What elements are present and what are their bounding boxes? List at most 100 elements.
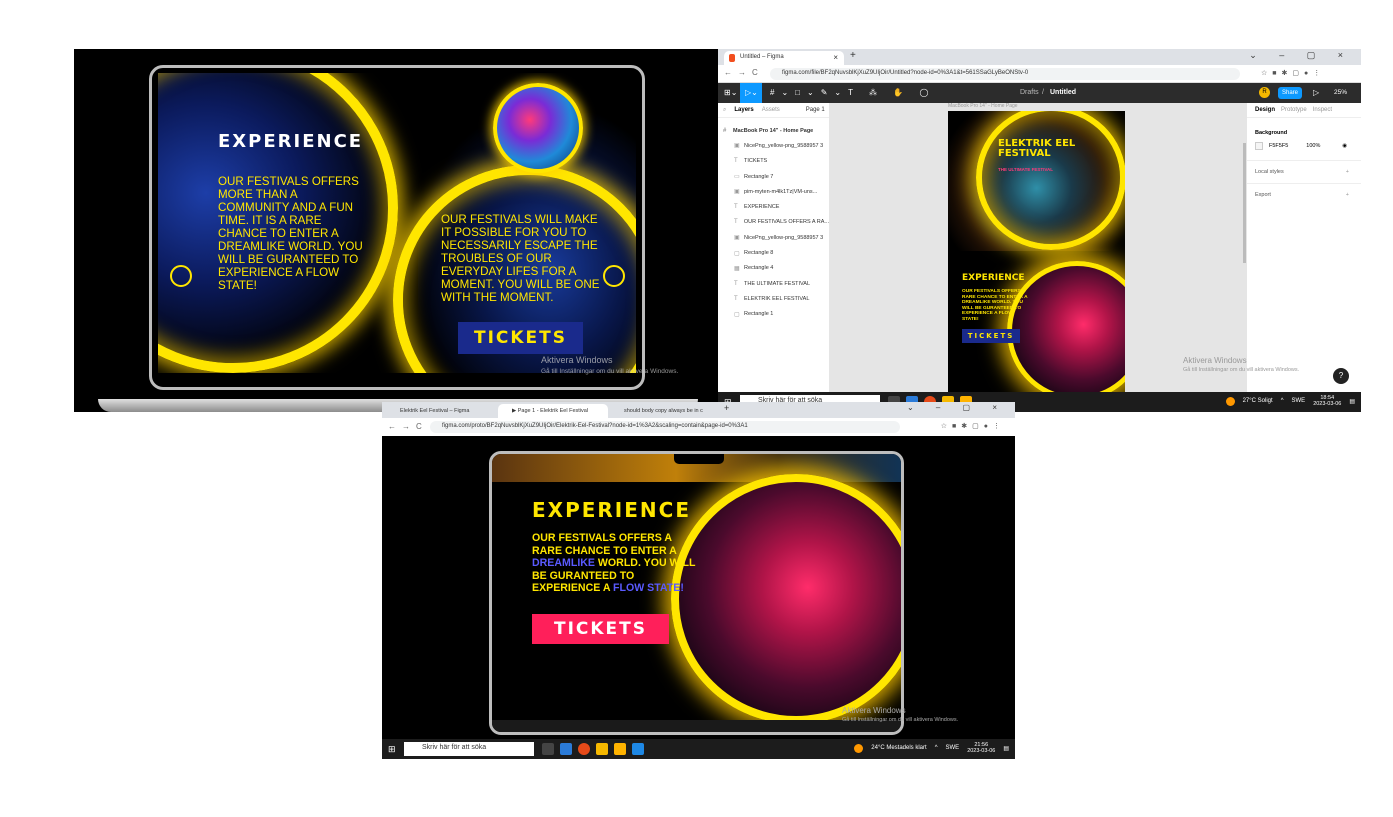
laptop-frame: EXPERIENCE OUR FESTIVALS OFFERS A RARE C… (489, 451, 904, 735)
layer-item[interactable]: T TICKETS (718, 154, 829, 169)
zoom-level[interactable]: 25% (1334, 89, 1347, 96)
layer-type-icon: ▦ (734, 265, 740, 272)
browser-tab[interactable]: should body copy always be in c (610, 404, 720, 418)
layer-frame[interactable]: # MacBook Pro 14" - Home Page (718, 123, 829, 138)
layers-panel: ⌕ Layers Assets Page 1 # MacBook Pro 14"… (718, 103, 830, 392)
move-tool-icon[interactable]: ▷⌄ (740, 83, 762, 103)
bg-opacity[interactable]: 100% (1306, 143, 1320, 149)
layers-panel-tabs: ⌕ Layers Assets Page 1 (718, 103, 829, 118)
color-swatch[interactable] (1255, 142, 1263, 150)
prev-nav-circle[interactable] (170, 265, 192, 287)
layer-item[interactable]: ▣ pim-myten-m4lk1Tz|VM-uns... (718, 184, 829, 199)
search-icon[interactable]: ⌕ (723, 107, 726, 114)
windows-start-icon[interactable]: ⊞ (388, 744, 396, 755)
nav-arrows-icon[interactable]: ←→C (388, 422, 428, 431)
layer-item[interactable]: ▦ Rectangle 4 (718, 261, 829, 276)
share-button[interactable]: Share (1278, 87, 1302, 99)
tab-prototype[interactable]: Prototype (1281, 107, 1307, 113)
tickets-button[interactable]: TICKETS (532, 614, 669, 644)
tab-design[interactable]: Design (1255, 107, 1275, 113)
layer-type-icon: ▭ (734, 174, 740, 181)
export-row[interactable]: Export + (1247, 184, 1361, 206)
layer-item[interactable]: ▭ Rectangle 7 (718, 169, 829, 184)
notes-icon[interactable] (614, 743, 626, 755)
chrome-icon[interactable] (578, 743, 590, 755)
browser-tab[interactable]: Untitled – Figma × (724, 51, 844, 65)
experience-title: EXPERIENCE (218, 131, 364, 152)
clock[interactable]: 18:54 2023-03-06 (1313, 395, 1341, 407)
file-name[interactable]: Untitled (1050, 89, 1076, 96)
weather-text[interactable]: 27°C Soligt (1243, 398, 1273, 404)
tab-assets[interactable]: Assets (762, 107, 780, 113)
layer-item[interactable]: ▢ Rectangle 8 (718, 245, 829, 260)
tray-up-icon[interactable]: ^ (1281, 398, 1284, 404)
dreamlike-highlight: DREAMLIKE (532, 557, 595, 569)
add-icon[interactable]: + (1346, 169, 1349, 175)
tab-inspect[interactable]: Inspect (1313, 107, 1332, 113)
layer-type-icon: ▣ (734, 189, 740, 196)
lang-text[interactable]: SWE (1292, 398, 1306, 404)
new-tab-icon[interactable]: + (850, 50, 856, 61)
layer-label: Rectangle 1 (744, 311, 774, 318)
next-nav-circle[interactable] (603, 265, 625, 287)
notification-icon[interactable]: ▤ (1349, 398, 1355, 405)
figma-logo-icon (729, 54, 735, 62)
prototype-panel: Elektrik Eel Festival – Figma ▶ Page 1 -… (382, 402, 1015, 759)
bg-hex[interactable]: F5F5F5 (1269, 143, 1288, 149)
layer-item[interactable]: T EXPERIENCE (718, 199, 829, 214)
background-row[interactable]: F5F5F5 100% ◉ (1247, 140, 1361, 161)
browser-extensions-icon[interactable]: ☆■✱▢●⋮ (1261, 69, 1351, 77)
task-view-icon[interactable] (542, 743, 554, 755)
browser-tab[interactable]: Elektrik Eel Festival – Figma (386, 404, 496, 418)
close-icon[interactable]: × (833, 53, 838, 62)
new-tab-icon[interactable]: + (724, 403, 729, 413)
tab-title: Untitled – Figma (740, 54, 784, 60)
photos-icon[interactable] (632, 743, 644, 755)
design-frame[interactable]: ELEKTRIK EEL FESTIVAL THE ULTIMATE FESTI… (948, 111, 1125, 392)
browser-extensions-icon[interactable]: ☆■✱▢●⋮ (941, 422, 1005, 430)
lang-text[interactable]: SWE (946, 745, 960, 751)
eye-icon[interactable]: ◉ (1342, 143, 1347, 149)
layer-item[interactable]: ▢ Rectangle 1 (718, 307, 829, 322)
figma-editor-panel: Untitled – Figma × + ⌄ – ▢ × ←→C figma.c… (718, 49, 1361, 412)
browser-tab-active[interactable]: ▶ Page 1 - Elektrik Eel Festival (498, 404, 608, 418)
right-body-text: OUR FESTIVALS WILL MAKE IT POSSIBLE FOR … (441, 213, 600, 304)
tray-up-icon[interactable]: ^ (935, 745, 938, 751)
add-icon[interactable]: + (1346, 192, 1349, 198)
layer-item[interactable]: T OUR FESTIVALS OFFERS A RA... (718, 215, 829, 230)
layer-label: MacBook Pro 14" - Home Page (733, 127, 814, 134)
tickets-button[interactable]: TICKETS (962, 329, 1020, 343)
url-field[interactable]: figma.com/proto/BF2qNuvsblKjXuZ9UIjOir/E… (430, 421, 900, 433)
layer-label: ELEKTRIK EEL FESTIVAL (744, 295, 810, 302)
layer-item[interactable]: ▣ NicePng_yellow-png_9588957 3 (718, 230, 829, 245)
window-controls-icon[interactable]: ⌄ – ▢ × (907, 403, 1007, 412)
address-bar-row: ←→C figma.com/proto/BF2qNuvsblKjXuZ9UIjO… (382, 418, 1015, 436)
present-icon[interactable]: ▷ (1313, 88, 1319, 97)
tab-layers[interactable]: Layers (734, 107, 753, 113)
windows-watermark-title: Aktivera Windows (1183, 356, 1247, 365)
nav-arrows-icon[interactable]: ←→C (724, 68, 764, 77)
taskbar-search[interactable]: Skriv här för att söka (404, 742, 534, 756)
store-icon[interactable] (560, 743, 572, 755)
url-field[interactable]: figma.com/file/BF2qNuvsblKjXuZ9UIjOir/Un… (770, 68, 1240, 80)
windows-watermark-title: Aktivera Windows (842, 706, 906, 715)
layer-label: TICKETS (744, 158, 768, 165)
window-controls-icon[interactable]: ⌄ – ▢ × (1249, 50, 1353, 61)
notification-icon[interactable]: ▤ (1003, 745, 1009, 752)
page-selector[interactable]: Page 1 (806, 107, 825, 113)
layer-item[interactable]: ▣ NicePng_yellow-png_9588957 3 (718, 138, 829, 153)
layer-item[interactable]: T ELEKTRIK EEL FESTIVAL (718, 291, 829, 306)
file-explorer-icon[interactable] (596, 743, 608, 755)
breadcrumb-drafts[interactable]: Drafts (1020, 89, 1039, 96)
avatar[interactable]: R (1259, 87, 1270, 98)
background-section-title: Background (1255, 130, 1288, 136)
help-button[interactable]: ? (1333, 368, 1349, 384)
figma-menu-icon[interactable]: ⊞⌄ (724, 88, 737, 97)
figma-canvas[interactable]: MacBook Pro 14" - Home Page ELEKTRIK EEL… (830, 103, 1246, 392)
local-styles-row[interactable]: Local styles + (1247, 161, 1361, 184)
tickets-button[interactable]: TICKETS (458, 322, 583, 354)
weather-text[interactable]: 24°C Mestadels klart (871, 745, 926, 751)
layer-item[interactable]: T THE ULTIMATE FESTIVAL (718, 276, 829, 291)
clock[interactable]: 21:56 2023-03-06 (967, 742, 995, 754)
design-tools-icon[interactable]: #⌄□⌄✎⌄T ⁂ ✋ ◯ (770, 88, 935, 97)
